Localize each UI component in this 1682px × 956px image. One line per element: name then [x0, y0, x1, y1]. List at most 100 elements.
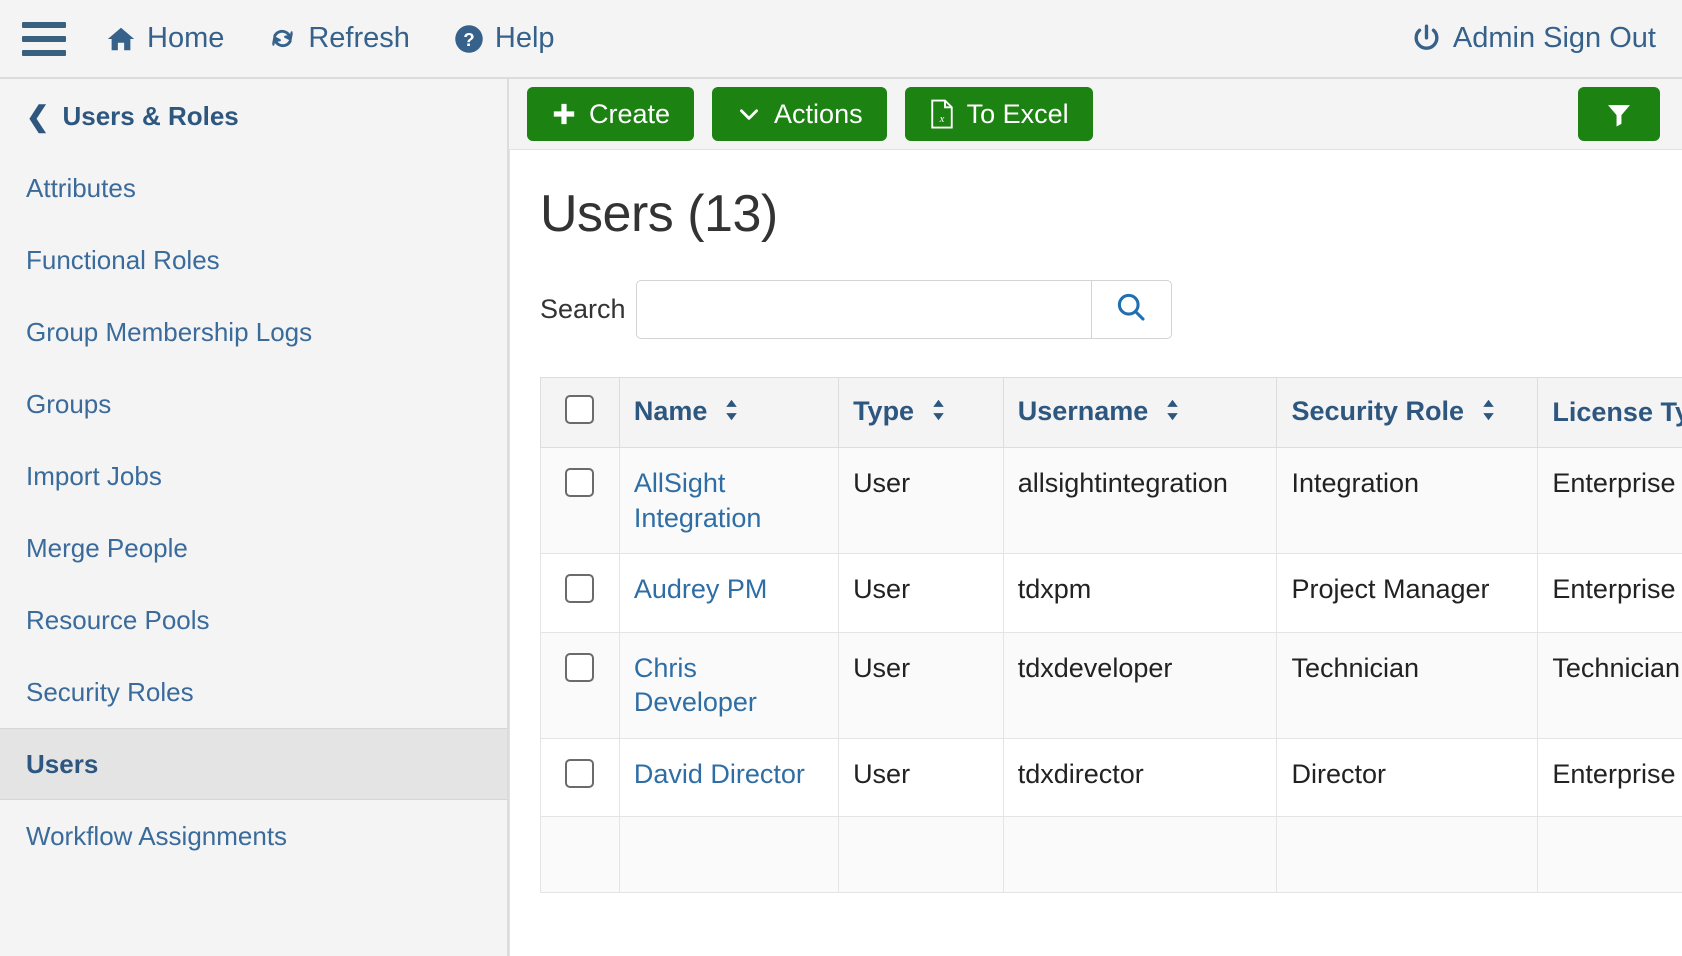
table-header-row: Name Type — [541, 378, 1682, 448]
sidebar-item-label: Merge People — [26, 533, 188, 564]
sidebar-item-label: Attributes — [26, 173, 136, 204]
users-table-body: AllSight Integration User allsightintegr… — [541, 448, 1682, 893]
sidebar-item-label: Import Jobs — [26, 461, 162, 492]
page-title: Users (13) — [540, 184, 1682, 244]
table-row[interactable]: Audrey PM User tdxpm Project Manager Ent… — [541, 554, 1682, 633]
top-navigation-bar: Home Refresh ? Help — [0, 0, 1682, 79]
cell-license-type: Enterprise — [1538, 448, 1682, 554]
create-button-label: Create — [589, 99, 670, 130]
user-name-link[interactable]: David Director — [634, 759, 805, 789]
cell-license-type: Enterprise — [1538, 738, 1682, 817]
users-table: Name Type — [540, 377, 1682, 893]
sidebar-item-attributes[interactable]: Attributes — [0, 152, 507, 224]
sidebar-item-import-jobs[interactable]: Import Jobs — [0, 440, 507, 512]
search-icon — [1115, 291, 1147, 328]
cell-username: allsightintegration — [1003, 448, 1277, 554]
sidebar-item-security-roles[interactable]: Security Roles — [0, 656, 507, 728]
sidebar-item-workflow-assignments[interactable]: Workflow Assignments — [0, 800, 507, 872]
search-input[interactable] — [636, 280, 1091, 339]
to-excel-button-label: To Excel — [967, 99, 1069, 130]
question-circle-icon: ? — [454, 24, 484, 54]
main-content-panel: Users (13) Search — [509, 149, 1682, 956]
sidebar-item-groups[interactable]: Groups — [0, 368, 507, 440]
row-checkbox[interactable] — [565, 468, 594, 497]
cell-security-role: Technician — [1277, 632, 1538, 738]
column-header-license-type[interactable]: License Type — [1538, 378, 1682, 448]
cell-username — [1003, 817, 1277, 893]
refresh-icon — [268, 24, 297, 53]
table-row[interactable]: AllSight Integration User allsightintegr… — [541, 448, 1682, 554]
select-all-header-cell — [541, 378, 620, 448]
column-header-username[interactable]: Username — [1003, 378, 1277, 448]
user-name-link[interactable]: AllSight Integration — [634, 468, 762, 533]
admin-sign-out-button[interactable]: Admin Sign Out — [1411, 22, 1656, 55]
actions-button[interactable]: Actions — [712, 87, 887, 141]
filter-button-wrapper — [1578, 87, 1660, 141]
create-button[interactable]: Create — [527, 87, 694, 141]
sidebar-item-merge-people[interactable]: Merge People — [0, 512, 507, 584]
cell-username: tdxpm — [1003, 554, 1277, 633]
excel-file-icon: x — [929, 99, 955, 129]
sidebar-item-label: Users — [26, 749, 98, 780]
cell-name: David Director — [619, 738, 838, 817]
row-checkbox[interactable] — [565, 759, 594, 788]
nav-item-refresh-label: Refresh — [308, 24, 410, 53]
power-icon — [1411, 23, 1442, 54]
to-excel-button[interactable]: x To Excel — [905, 87, 1093, 141]
row-checkbox[interactable] — [565, 653, 594, 682]
sort-icon[interactable] — [1164, 398, 1181, 429]
column-header-name[interactable]: Name — [619, 378, 838, 448]
column-header-label: Username — [1018, 396, 1149, 426]
cell-name: Chris Developer — [619, 632, 838, 738]
table-row[interactable]: Chris Developer User tdxdeveloper Techni… — [541, 632, 1682, 738]
cell-type — [839, 817, 1004, 893]
row-checkbox[interactable] — [565, 574, 594, 603]
nav-item-home[interactable]: Home — [106, 24, 224, 54]
nav-item-refresh[interactable]: Refresh — [268, 24, 410, 53]
cell-type: User — [839, 632, 1004, 738]
sidebar-item-group-membership-logs[interactable]: Group Membership Logs — [0, 296, 507, 368]
column-header-security-role[interactable]: Security Role — [1277, 378, 1538, 448]
actions-button-label: Actions — [774, 99, 863, 130]
sidebar-item-functional-roles[interactable]: Functional Roles — [0, 224, 507, 296]
svg-text:?: ? — [463, 29, 474, 50]
hamburger-icon[interactable] — [22, 22, 66, 56]
cell-license-type: Technician — [1538, 632, 1682, 738]
column-header-type[interactable]: Type — [839, 378, 1004, 448]
funnel-icon — [1604, 100, 1634, 128]
filter-button[interactable] — [1578, 87, 1660, 141]
table-row[interactable]: David Director User tdxdirector Director… — [541, 738, 1682, 817]
select-all-checkbox[interactable] — [565, 395, 594, 424]
row-select-cell — [541, 817, 620, 893]
sort-icon[interactable] — [1480, 398, 1497, 429]
user-name-link[interactable]: Chris Developer — [634, 653, 757, 718]
search-submit-button[interactable] — [1091, 280, 1172, 339]
cell-type: User — [839, 448, 1004, 554]
sidebar-item-label: Security Roles — [26, 677, 194, 708]
row-select-cell — [541, 448, 620, 554]
table-row[interactable] — [541, 817, 1682, 893]
column-header-label: Name — [634, 396, 708, 426]
sidebar-item-users[interactable]: Users — [0, 728, 507, 800]
sidebar-back-users-and-roles[interactable]: ❮ Users & Roles — [0, 79, 507, 152]
cell-license-type: Enterprise — [1538, 554, 1682, 633]
cell-username: tdxdeveloper — [1003, 632, 1277, 738]
sort-icon[interactable] — [930, 398, 947, 429]
home-icon — [106, 24, 136, 54]
sidebar-item-label: Workflow Assignments — [26, 821, 287, 852]
sidebar-header-label: Users & Roles — [62, 101, 238, 132]
nav-item-home-label: Home — [147, 24, 224, 53]
sidebar: ❮ Users & Roles Attributes Functional Ro… — [0, 79, 509, 956]
cell-username: tdxdirector — [1003, 738, 1277, 817]
user-name-link[interactable]: Audrey PM — [634, 574, 768, 604]
users-table-wrapper: Name Type — [540, 377, 1682, 893]
sidebar-item-label: Functional Roles — [26, 245, 220, 276]
sidebar-item-resource-pools[interactable]: Resource Pools — [0, 584, 507, 656]
cell-security-role: Project Manager — [1277, 554, 1538, 633]
column-header-label: Security Role — [1291, 396, 1464, 426]
sort-icon[interactable] — [723, 398, 740, 429]
nav-item-help[interactable]: ? Help — [454, 24, 555, 54]
cell-type: User — [839, 738, 1004, 817]
cell-security-role: Director — [1277, 738, 1538, 817]
row-select-cell — [541, 632, 620, 738]
